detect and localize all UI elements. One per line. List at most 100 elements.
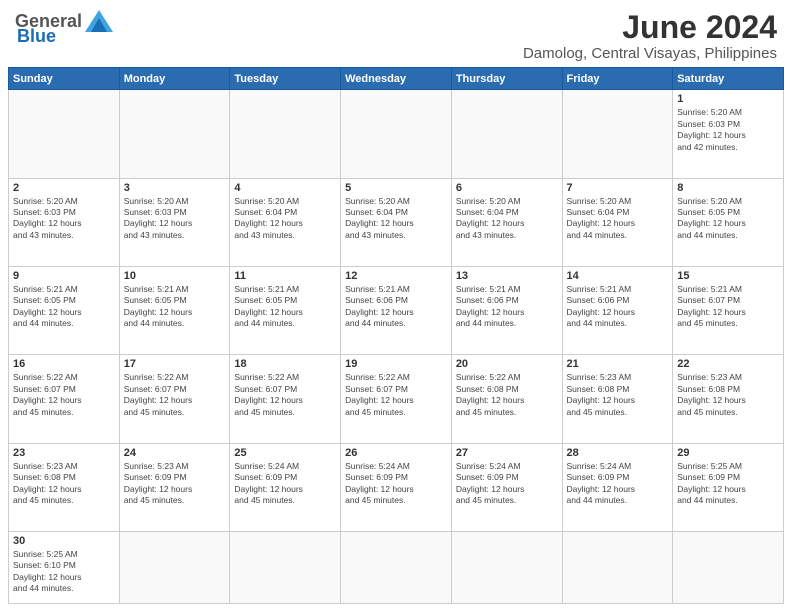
calendar-cell: 15Sunrise: 5:21 AM Sunset: 6:07 PM Dayli… [673,266,784,354]
day-number: 19 [345,358,447,370]
calendar-week-1: 1 Sunrise: 5:20 AM Sunset: 6:03 PM Daylig… [9,90,784,178]
day-header-wednesday: Wednesday [341,68,452,90]
day-info: Sunrise: 5:21 AM Sunset: 6:06 PM Dayligh… [345,284,447,330]
day-info: Sunrise: 5:22 AM Sunset: 6:07 PM Dayligh… [345,372,447,418]
calendar-cell: 21 Sunrise: 5:23 AM Sunset: 6:08 PM Dayli… [562,355,673,443]
day-number: 29 [677,447,779,459]
calendar-body: 1 Sunrise: 5:20 AM Sunset: 6:03 PM Daylig… [9,90,784,604]
calendar-cell [562,90,673,178]
calendar-cell: 30 Sunrise: 5:25 AM Sunset: 6:10 PM Dayli… [9,531,120,603]
day-header-sunday: Sunday [9,68,120,90]
calendar-week-2: 2Sunrise: 5:20 AM Sunset: 6:03 PM Daylig… [9,178,784,266]
day-header-friday: Friday [562,68,673,90]
calendar-cell [230,531,341,603]
day-number: 28 [567,447,669,459]
day-info: Sunrise: 5:22 AM Sunset: 6:07 PM Dayligh… [13,372,115,418]
day-number: 15 [677,270,779,282]
header: General Blue June 2024 Damolog, Central … [0,0,792,67]
calendar-cell: 22Sunrise: 5:23 AM Sunset: 6:08 PM Dayli… [673,355,784,443]
day-info: Sunrise: 5:20 AM Sunset: 6:05 PM Dayligh… [677,196,779,242]
day-number: 24 [124,447,226,459]
day-number: 21 [567,358,669,370]
day-info: Sunrise: 5:21 AM Sunset: 6:06 PM Dayligh… [456,284,558,330]
calendar-cell: 26 Sunrise: 5:24 AM Sunset: 6:09 PM Dayli… [341,443,452,531]
calendar-week-6: 30 Sunrise: 5:25 AM Sunset: 6:10 PM Dayli… [9,531,784,603]
calendar-cell: 9Sunrise: 5:21 AM Sunset: 6:05 PM Daylig… [9,266,120,354]
calendar-table: SundayMondayTuesdayWednesdayThursdayFrid… [8,67,784,604]
calendar-cell [451,531,562,603]
calendar-cell: 4 Sunrise: 5:20 AM Sunset: 6:04 PM Daylig… [230,178,341,266]
calendar-week-4: 16 Sunrise: 5:22 AM Sunset: 6:07 PM Dayli… [9,355,784,443]
page: General Blue June 2024 Damolog, Central … [0,0,792,612]
day-info: Sunrise: 5:20 AM Sunset: 6:04 PM Dayligh… [345,196,447,242]
day-info: Sunrise: 5:20 AM Sunset: 6:03 PM Dayligh… [124,196,226,242]
calendar-week-3: 9 Sunrise: 5:21 AM Sunset: 6:05 PM Daylig… [9,266,784,354]
calendar-cell [341,531,452,603]
day-info: Sunrise: 5:20 AM Sunset: 6:03 PM Dayligh… [13,196,115,242]
day-number: 3 [124,182,226,194]
day-number: 22 [677,358,779,370]
logo-icon [85,10,113,32]
calendar-cell: 3 Sunrise: 5:20 AM Sunset: 6:03 PM Daylig… [119,178,230,266]
day-number: 25 [234,447,336,459]
day-info: Sunrise: 5:23 AM Sunset: 6:08 PM Dayligh… [13,461,115,507]
calendar-cell: 2Sunrise: 5:20 AM Sunset: 6:03 PM Daylig… [9,178,120,266]
day-header-monday: Monday [119,68,230,90]
calendar-cell: 16 Sunrise: 5:22 AM Sunset: 6:07 PM Dayli… [9,355,120,443]
day-number: 10 [124,270,226,282]
day-number: 20 [456,358,558,370]
day-info: Sunrise: 5:22 AM Sunset: 6:08 PM Dayligh… [456,372,558,418]
calendar-cell [562,531,673,603]
day-number: 26 [345,447,447,459]
day-number: 7 [567,182,669,194]
day-info: Sunrise: 5:20 AM Sunset: 6:03 PM Dayligh… [677,107,779,153]
calendar-cell: 27 Sunrise: 5:24 AM Sunset: 6:09 PM Dayli… [451,443,562,531]
day-number: 1 [677,93,779,105]
day-header-saturday: Saturday [673,68,784,90]
day-info: Sunrise: 5:21 AM Sunset: 6:05 PM Dayligh… [234,284,336,330]
calendar-cell: 24 Sunrise: 5:23 AM Sunset: 6:09 PM Dayli… [119,443,230,531]
calendar-cell: 17Sunrise: 5:22 AM Sunset: 6:07 PM Dayli… [119,355,230,443]
calendar-cell [341,90,452,178]
day-number: 16 [13,358,115,370]
calendar-cell [119,90,230,178]
day-number: 13 [456,270,558,282]
day-info: Sunrise: 5:22 AM Sunset: 6:07 PM Dayligh… [234,372,336,418]
calendar-cell: 7 Sunrise: 5:20 AM Sunset: 6:04 PM Daylig… [562,178,673,266]
day-number: 14 [567,270,669,282]
calendar-cell: 11 Sunrise: 5:21 AM Sunset: 6:05 PM Dayli… [230,266,341,354]
day-info: Sunrise: 5:24 AM Sunset: 6:09 PM Dayligh… [456,461,558,507]
day-number: 11 [234,270,336,282]
day-info: Sunrise: 5:24 AM Sunset: 6:09 PM Dayligh… [345,461,447,507]
calendar-cell: 18Sunrise: 5:22 AM Sunset: 6:07 PM Dayli… [230,355,341,443]
day-info: Sunrise: 5:23 AM Sunset: 6:09 PM Dayligh… [124,461,226,507]
calendar-cell: 10 Sunrise: 5:21 AM Sunset: 6:05 PM Dayli… [119,266,230,354]
day-info: Sunrise: 5:20 AM Sunset: 6:04 PM Dayligh… [234,196,336,242]
day-header-thursday: Thursday [451,68,562,90]
calendar-cell: 8Sunrise: 5:20 AM Sunset: 6:05 PM Daylig… [673,178,784,266]
calendar-cell: 6Sunrise: 5:20 AM Sunset: 6:04 PM Daylig… [451,178,562,266]
day-info: Sunrise: 5:23 AM Sunset: 6:08 PM Dayligh… [567,372,669,418]
day-info: Sunrise: 5:25 AM Sunset: 6:10 PM Dayligh… [13,549,115,595]
day-number: 4 [234,182,336,194]
day-info: Sunrise: 5:20 AM Sunset: 6:04 PM Dayligh… [567,196,669,242]
logo-blue: Blue [17,26,56,47]
calendar-cell: 12 Sunrise: 5:21 AM Sunset: 6:06 PM Dayli… [341,266,452,354]
day-number: 30 [13,535,115,547]
calendar-cell [230,90,341,178]
calendar-cell: 1 Sunrise: 5:20 AM Sunset: 6:03 PM Daylig… [673,90,784,178]
day-info: Sunrise: 5:24 AM Sunset: 6:09 PM Dayligh… [234,461,336,507]
calendar-cell: 28Sunrise: 5:24 AM Sunset: 6:09 PM Dayli… [562,443,673,531]
calendar-cell: 23Sunrise: 5:23 AM Sunset: 6:08 PM Dayli… [9,443,120,531]
day-header-tuesday: Tuesday [230,68,341,90]
day-number: 27 [456,447,558,459]
calendar-cell: 20 Sunrise: 5:22 AM Sunset: 6:08 PM Dayli… [451,355,562,443]
logo: General Blue [15,10,113,47]
calendar-cell: 5Sunrise: 5:20 AM Sunset: 6:04 PM Daylig… [341,178,452,266]
calendar-cell: 14Sunrise: 5:21 AM Sunset: 6:06 PM Dayli… [562,266,673,354]
calendar-cell [451,90,562,178]
day-info: Sunrise: 5:21 AM Sunset: 6:05 PM Dayligh… [124,284,226,330]
day-info: Sunrise: 5:25 AM Sunset: 6:09 PM Dayligh… [677,461,779,507]
day-number: 9 [13,270,115,282]
day-number: 12 [345,270,447,282]
